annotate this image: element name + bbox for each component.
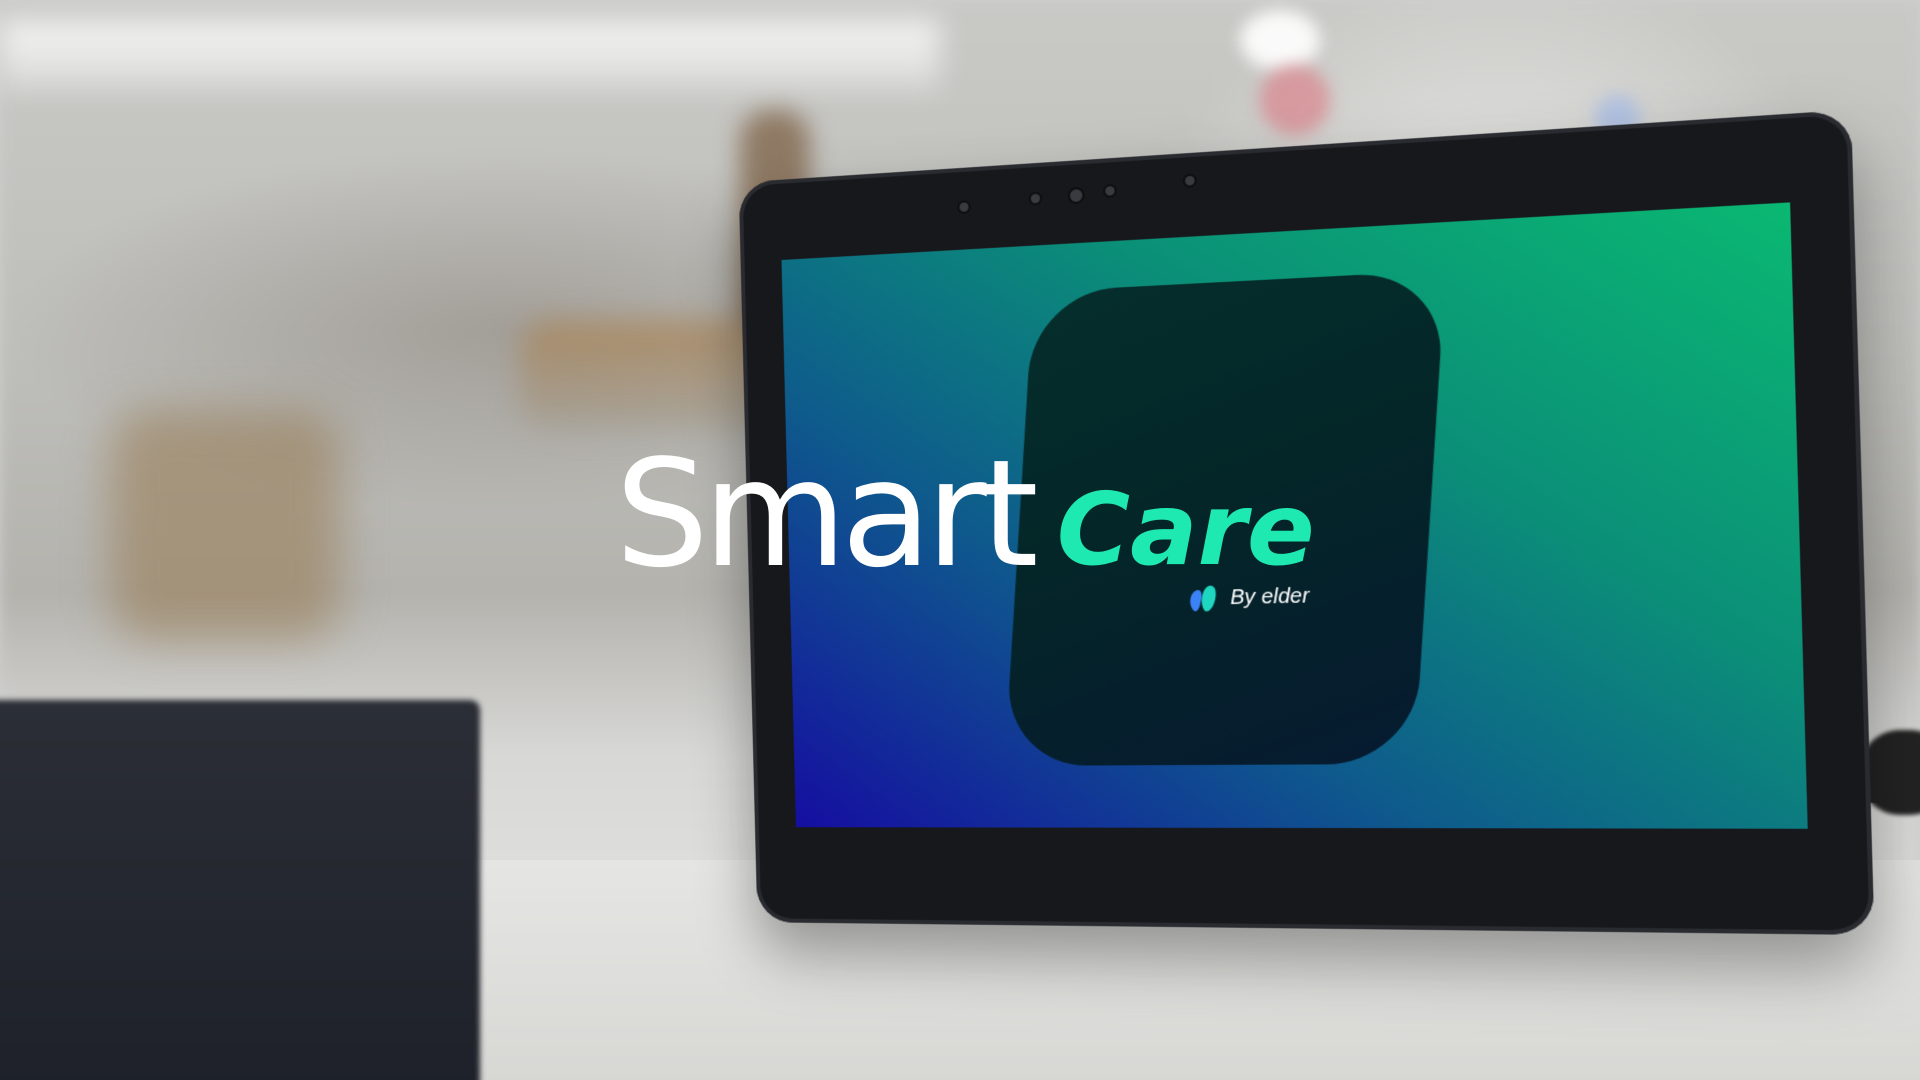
sensor-dot: [1105, 185, 1115, 196]
title-smart: Smart: [615, 428, 1039, 600]
sensor-dot: [1184, 175, 1195, 186]
sensor-dot: [1030, 193, 1041, 204]
bokeh-light: [1240, 10, 1320, 70]
product-title: Smart Care: [615, 440, 1315, 588]
sensor-dot: [959, 202, 969, 212]
countertop-reflection: [1038, 1018, 1361, 1048]
bokeh-light: [1260, 65, 1330, 135]
blurred-foreground-object: [0, 700, 480, 1080]
title-care: Care: [1056, 471, 1315, 588]
camera-icon: [1069, 188, 1083, 203]
ceiling-light: [0, 20, 940, 90]
blurred-jar: [110, 410, 340, 640]
